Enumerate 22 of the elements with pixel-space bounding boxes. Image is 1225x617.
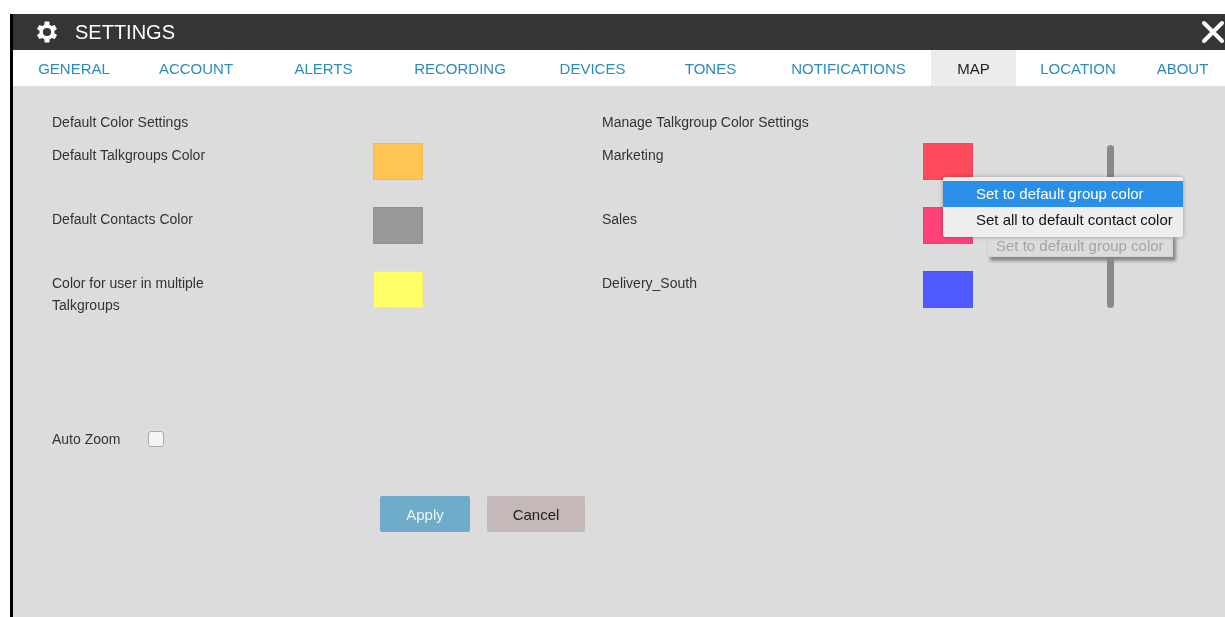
cancel-button[interactable]: Cancel — [487, 496, 585, 532]
color-swatch[interactable] — [373, 271, 423, 308]
setting-label: Sales — [602, 210, 639, 229]
section-heading: Default Color Settings — [52, 114, 190, 130]
window-title: SETTINGS — [75, 20, 175, 44]
close-icon[interactable] — [1201, 20, 1225, 44]
tab[interactable]: MAP — [931, 50, 1016, 86]
apply-button[interactable]: Apply — [380, 496, 470, 532]
color-swatch[interactable] — [373, 207, 423, 244]
setting-label: Delivery_South — [602, 274, 698, 293]
menu-item[interactable]: Set to default group color — [943, 181, 1183, 207]
setting-label: Color for user in multiple Talkgroups — [52, 274, 205, 315]
color-swatch[interactable] — [923, 143, 973, 180]
auto-zoom-checkbox[interactable] — [148, 431, 165, 447]
color-swatch[interactable] — [373, 143, 423, 180]
setting-label: Auto Zoom — [52, 430, 121, 449]
color-swatch[interactable] — [923, 271, 973, 308]
setting-label: Default Contacts Color — [52, 210, 194, 229]
setting-label: Marketing — [602, 146, 665, 165]
section-heading: Manage Talkgroup Color Settings — [602, 114, 810, 130]
menu-item[interactable]: Set all to default contact color — [943, 207, 1183, 233]
setting-label: Default Talkgroups Color — [52, 146, 207, 165]
